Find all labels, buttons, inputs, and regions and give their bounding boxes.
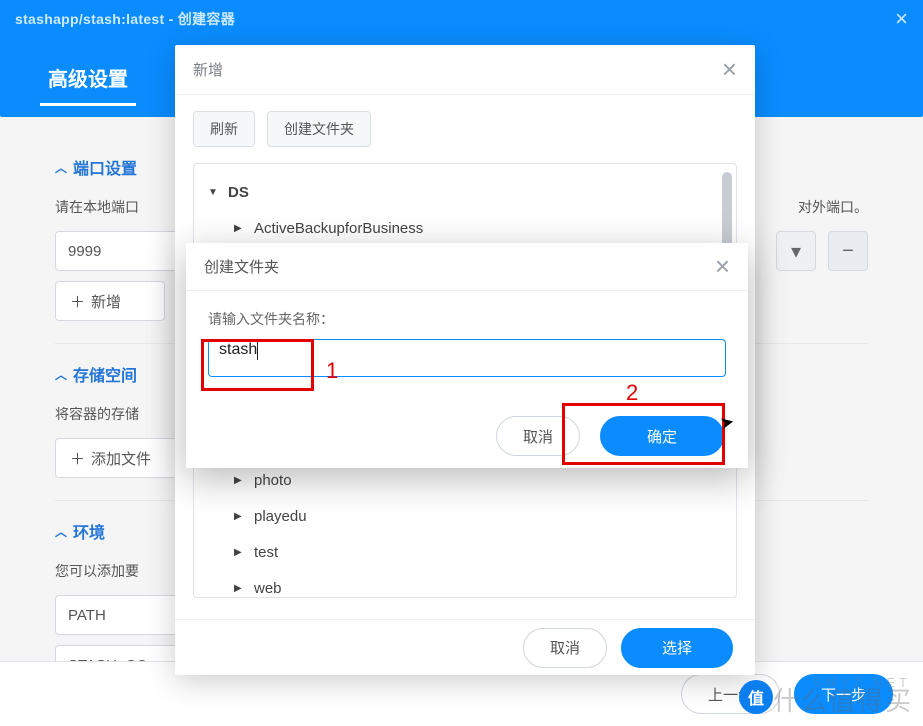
add-port-label: 新增 — [91, 291, 121, 312]
tree-root-label: DS — [228, 184, 249, 201]
add-file-label: 添加文件 — [91, 448, 151, 469]
close-icon[interactable]: × — [715, 251, 730, 282]
tree-item[interactable]: ▶playedu — [202, 498, 728, 534]
triangle-right-icon: ▶ — [234, 475, 246, 486]
port-help-suffix: 对外端口。 — [798, 197, 868, 217]
triangle-down-icon: ▼ — [208, 187, 220, 198]
select-button[interactable]: 选择 — [621, 628, 733, 668]
create-folder-title: 创建文件夹 — [204, 256, 279, 277]
window-title: stashapp/stash:latest - 创建容器 — [15, 9, 235, 29]
folder-browser-title: 新增 — [193, 59, 223, 80]
tree-item[interactable]: ▶web — [202, 570, 728, 598]
triangle-right-icon: ▶ — [234, 583, 246, 594]
folder-name-value: stash — [219, 341, 257, 358]
cancel-button[interactable]: 取消 — [496, 416, 580, 456]
close-icon[interactable]: × — [895, 6, 908, 32]
folder-name-label: 请输入文件夹名称： — [208, 309, 726, 329]
triangle-right-icon: ▶ — [234, 223, 246, 234]
add-port-button[interactable]: ＋ 新增 — [55, 281, 165, 321]
close-icon[interactable]: × — [722, 54, 737, 85]
tree-item[interactable]: ▶ActiveBackupforBusiness — [202, 210, 728, 246]
add-file-button[interactable]: ＋ 添加文件 — [55, 438, 185, 478]
remove-button[interactable]: − — [828, 231, 868, 271]
window-titlebar: stashapp/stash:latest - 创建容器 × — [0, 0, 923, 37]
watermark-badge: 值 — [739, 680, 773, 714]
plus-icon: ＋ — [70, 291, 85, 312]
cancel-button[interactable]: 取消 — [523, 628, 607, 668]
section-port-title: 端口设置 — [73, 155, 137, 179]
chevron-down-icon: ▾ — [791, 239, 801, 264]
chevron-up-icon: ︿ — [55, 523, 67, 540]
create-folder-button[interactable]: 创建文件夹 — [267, 111, 371, 147]
chevron-up-icon: ︿ — [55, 366, 67, 383]
chevron-up-icon: ︿ — [55, 159, 67, 176]
minus-icon: − — [842, 240, 854, 263]
tab-advanced-settings[interactable]: 高级设置 — [40, 49, 136, 106]
section-env-title: 环境 — [73, 519, 105, 543]
tree-root[interactable]: ▼ DS — [202, 174, 728, 210]
folder-name-input[interactable]: stash — [208, 339, 726, 377]
triangle-right-icon: ▶ — [234, 547, 246, 558]
ok-button[interactable]: 确定 — [600, 416, 724, 456]
watermark-large: 什么值得买 — [773, 681, 913, 718]
tree-item[interactable]: ▶test — [202, 534, 728, 570]
plus-icon: ＋ — [70, 448, 85, 469]
section-storage-title: 存储空间 — [73, 362, 137, 386]
refresh-button[interactable]: 刷新 — [193, 111, 255, 147]
create-folder-modal: 创建文件夹 × 请输入文件夹名称： stash 取消 确定 — [186, 243, 748, 468]
triangle-right-icon: ▶ — [234, 511, 246, 522]
dropdown-button[interactable]: ▾ — [776, 231, 816, 271]
port-help-prefix: 请在本地端口 — [55, 197, 139, 217]
text-caret — [257, 340, 258, 360]
